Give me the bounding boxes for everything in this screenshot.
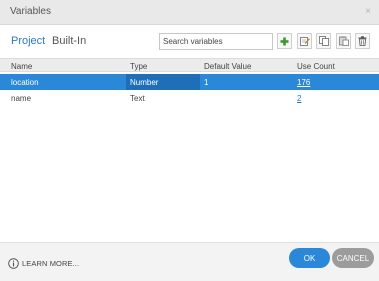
- column-header-type[interactable]: Type: [130, 62, 147, 71]
- edit-icon: [299, 37, 310, 46]
- table-row[interactable]: location Number 1 176: [0, 74, 379, 90]
- paste-variable-button[interactable]: [336, 33, 351, 49]
- variable-type: Number: [130, 78, 159, 87]
- dialog-title: Variables: [10, 6, 51, 17]
- paste-icon: [338, 36, 349, 46]
- use-count-link[interactable]: 2: [297, 94, 301, 103]
- add-icon: [280, 37, 289, 45]
- column-header-name[interactable]: Name: [11, 62, 32, 71]
- learn-more-link[interactable]: LEARN MORE...: [22, 259, 79, 268]
- info-icon[interactable]: [8, 258, 19, 269]
- copy-variable-button[interactable]: [316, 33, 331, 49]
- variables-dialog: Variables × Project Built-In Search vari…: [0, 0, 379, 281]
- variable-name: location: [11, 78, 39, 87]
- copy-icon: [318, 36, 329, 46]
- search-input[interactable]: [159, 33, 273, 50]
- trash-icon: [358, 36, 367, 46]
- ok-button[interactable]: OK: [289, 248, 330, 268]
- close-icon[interactable]: ×: [365, 6, 371, 17]
- variable-default-value: 1: [204, 78, 209, 87]
- cancel-button[interactable]: CANCEL: [332, 248, 374, 268]
- tab-built-in[interactable]: Built-In: [52, 35, 86, 47]
- column-header-default-value[interactable]: Default Value: [204, 62, 251, 71]
- table-header: Name Type Default Value Use Count: [0, 58, 379, 72]
- column-header-use-count[interactable]: Use Count: [297, 62, 335, 71]
- delete-variable-button[interactable]: [355, 33, 370, 49]
- variable-type: Text: [130, 94, 145, 103]
- title-bar: Variables ×: [0, 0, 379, 25]
- tab-project[interactable]: Project: [11, 35, 45, 47]
- use-count-link[interactable]: 176: [297, 78, 310, 87]
- variable-name: name: [11, 94, 32, 103]
- edit-variable-button[interactable]: [297, 33, 312, 49]
- table-row[interactable]: name Text 2: [0, 90, 379, 106]
- add-variable-button[interactable]: [277, 33, 292, 49]
